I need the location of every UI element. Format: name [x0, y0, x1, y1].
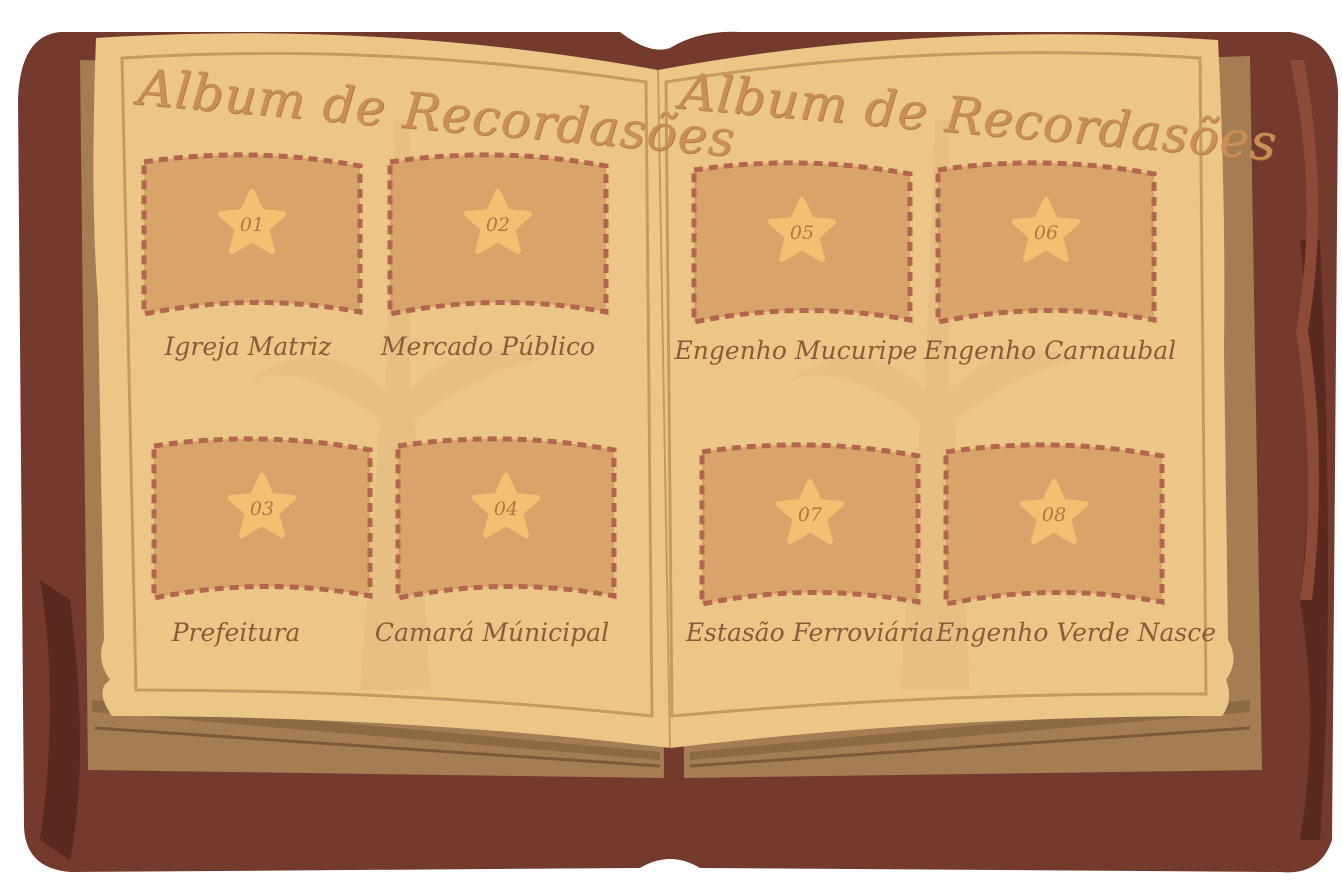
slot-label-07: Estasão Ferroviária — [685, 618, 935, 647]
sticker-slot-05[interactable]: 05 — [690, 160, 914, 326]
slot-label-01: Igreja Matriz — [164, 332, 332, 361]
slot-number: 08 — [1041, 504, 1067, 526]
slot-number: 01 — [239, 214, 265, 236]
sticker-slot-01[interactable]: 01 — [140, 152, 364, 318]
sticker-slot-07[interactable]: 07 — [698, 442, 922, 608]
slot-number: 02 — [485, 214, 511, 236]
slot-label-05: Engenho Mucuripe — [674, 336, 918, 365]
slot-number: 05 — [789, 222, 815, 244]
slot-number: 04 — [493, 498, 519, 520]
slot-number: 07 — [797, 504, 823, 526]
slot-label-08: Engenho Verde Nasce — [936, 618, 1217, 647]
slot-label-02: Mercado Público — [380, 332, 596, 361]
slot-label-03: Prefeitura — [171, 618, 301, 647]
sticker-slot-08[interactable]: 08 — [942, 442, 1166, 608]
slot-label-06: Engenho Carnaubal — [923, 336, 1177, 365]
slot-number: 06 — [1033, 222, 1059, 244]
sticker-slot-04[interactable]: 04 — [394, 436, 618, 602]
sticker-slot-06[interactable]: 06 — [934, 160, 1158, 326]
album-scene: Album de Recordasões Album de Recordasõe… — [0, 0, 1342, 884]
slot-number: 03 — [249, 498, 275, 520]
slot-label-04: Camará Múnicipal — [374, 618, 610, 647]
sticker-slot-03[interactable]: 03 — [150, 436, 374, 602]
sticker-slot-02[interactable]: 02 — [386, 152, 610, 318]
